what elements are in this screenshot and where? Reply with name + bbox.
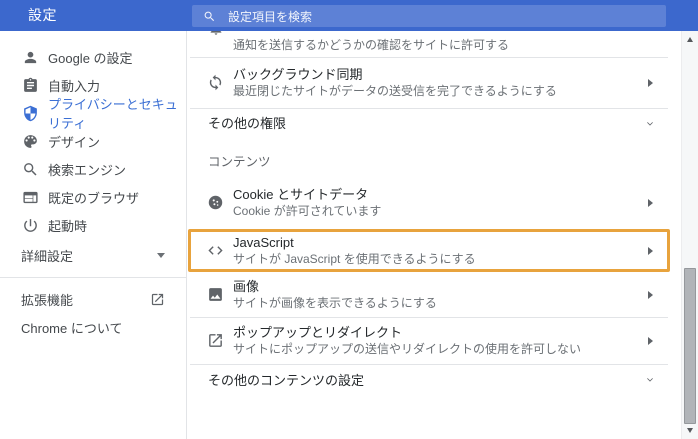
sidebar-item-label: Google の設定 [48, 48, 133, 67]
power-icon [22, 217, 39, 234]
search-placeholder: 設定項目を検索 [228, 8, 312, 25]
chevron-right-icon [648, 247, 653, 255]
triangle-up-icon [687, 37, 693, 42]
chevron-right-icon [648, 291, 653, 299]
row-title: その他の権限 [208, 115, 286, 132]
row-more-permissions[interactable]: その他の権限 [187, 108, 681, 137]
image-icon [207, 286, 224, 303]
row-title: バックグラウンド同期 [233, 66, 557, 83]
sidebar-item-label: 既定のブラウザ [48, 188, 139, 207]
scroll-up-button[interactable] [682, 32, 698, 47]
person-icon [22, 49, 39, 66]
open-in-new-icon [150, 292, 165, 307]
row-subtitle: 通知を送信するかどうかの確認をサイトに許可する [233, 36, 509, 53]
chevron-right-icon [648, 199, 653, 207]
chevron-right-icon [648, 79, 653, 87]
chrome-settings-page: 設定 設定項目を検索 Google の設定 自動入力 プライバシーとセキュリティ… [0, 0, 698, 439]
scrollbar[interactable] [681, 31, 698, 439]
row-subtitle: サイトが画像を表示できるようにする [233, 295, 437, 311]
sidebar-menu: Google の設定 自動入力 プライバシーとセキュリティ デザイン 検索エンジ… [0, 43, 186, 239]
browser-icon [22, 189, 39, 206]
palette-icon [22, 133, 39, 150]
sidebar-item-about-chrome[interactable]: Chrome について [0, 313, 186, 341]
row-cookies[interactable]: Cookie とサイトデータ Cookie が許可されています [187, 176, 681, 229]
caret-down-icon [157, 253, 165, 258]
sidebar-item-google-settings[interactable]: Google の設定 [0, 43, 186, 71]
sidebar-divider [0, 277, 186, 278]
row-title: その他のコンテンツの設定 [208, 372, 364, 389]
chevron-down-icon [645, 119, 655, 128]
sidebar-item-label: デザイン [48, 132, 100, 151]
triangle-down-icon [687, 428, 693, 433]
row-images[interactable]: 画像 サイトが画像を表示できるようにする [187, 272, 681, 317]
cookie-icon [207, 194, 224, 211]
row-popups-redirects[interactable]: ポップアップとリダイレクト サイトにポップアップの送信やリダイレクトの使用を許可… [187, 317, 681, 364]
sidebar-item-label: プライバシーとセキュリティ [48, 94, 186, 132]
page-title: 設定 [28, 0, 57, 31]
sync-icon [207, 74, 224, 91]
about-label: Chrome について [21, 318, 122, 337]
row-subtitle: Cookie が許可されています [233, 203, 381, 219]
row-subtitle: サイトにポップアップの送信やリダイレクトの使用を許可しない [233, 341, 581, 357]
shield-icon [22, 105, 39, 122]
open-in-new-icon [207, 332, 224, 349]
sidebar-item-default-browser[interactable]: 既定のブラウザ [0, 183, 186, 211]
row-background-sync[interactable]: バックグラウンド同期 最近閉じたサイトがデータの送受信を完了できるようにする [187, 57, 681, 108]
row-title: 画像 [233, 278, 437, 295]
sidebar-item-on-startup[interactable]: 起動時 [0, 211, 186, 239]
sidebar-item-advanced[interactable]: 詳細設定 [0, 241, 186, 269]
bell-icon [208, 31, 224, 36]
scroll-down-button[interactable] [682, 423, 698, 438]
sidebar-item-privacy-security[interactable]: プライバシーとセキュリティ [0, 99, 186, 127]
settings-content: 通知を送信するかどうかの確認をサイトに許可する バックグラウンド同期 最近閉じた… [187, 31, 681, 439]
sidebar: Google の設定 自動入力 プライバシーとセキュリティ デザイン 検索エンジ… [0, 31, 187, 439]
sidebar-item-search-engine[interactable]: 検索エンジン [0, 155, 186, 183]
row-notifications-partial[interactable]: 通知を送信するかどうかの確認をサイトに許可する [187, 31, 681, 57]
sidebar-item-extensions[interactable]: 拡張機能 [0, 285, 186, 313]
code-icon [207, 242, 224, 259]
search-icon [203, 10, 216, 23]
row-title: ポップアップとリダイレクト [233, 324, 581, 341]
row-more-content-settings[interactable]: その他のコンテンツの設定 [187, 364, 681, 393]
row-javascript[interactable]: JavaScript サイトが JavaScript を使用できるようにする [187, 229, 681, 272]
scrollbar-thumb[interactable] [684, 268, 696, 424]
row-subtitle: 最近閉じたサイトがデータの送受信を完了できるようにする [233, 83, 557, 99]
row-title: Cookie とサイトデータ [233, 186, 381, 203]
clipboard-icon [22, 77, 39, 94]
chevron-right-icon [648, 337, 653, 345]
search-input[interactable]: 設定項目を検索 [192, 5, 666, 27]
sidebar-item-label: 起動時 [48, 216, 87, 235]
sidebar-item-label: 検索エンジン [48, 160, 126, 179]
row-title: JavaScript [233, 234, 476, 251]
search-icon [22, 161, 39, 178]
row-subtitle: サイトが JavaScript を使用できるようにする [233, 251, 476, 267]
sidebar-item-label: 自動入力 [48, 76, 100, 95]
advanced-label: 詳細設定 [21, 246, 73, 265]
header-toolbar: 設定 設定項目を検索 [0, 0, 698, 31]
chevron-down-icon [645, 375, 655, 384]
extensions-label: 拡張機能 [21, 290, 73, 309]
section-label-content: コンテンツ [208, 153, 271, 171]
